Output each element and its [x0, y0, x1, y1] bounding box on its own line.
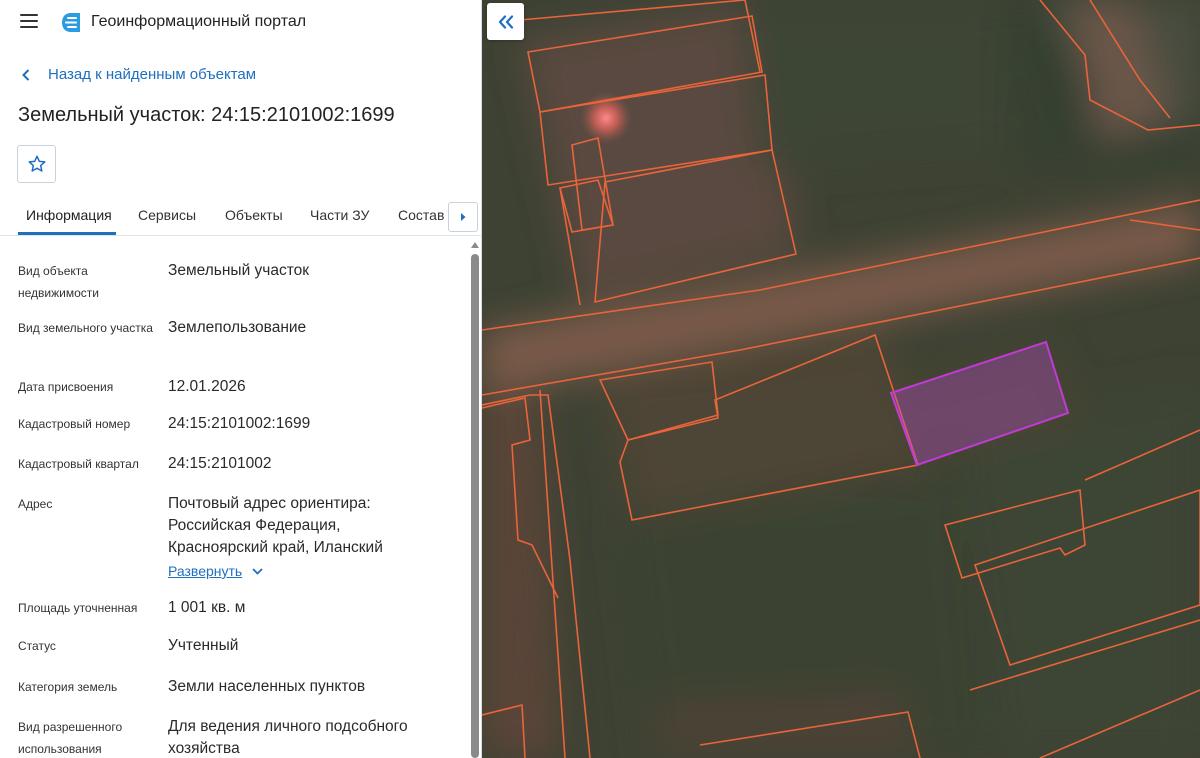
- info-value: Земельный участок: [168, 262, 310, 279]
- active-tab-indicator: [18, 232, 116, 235]
- double-chevron-left-icon: [498, 14, 513, 29]
- app-title: Геоинформационный портал: [91, 13, 307, 30]
- info-value: 24:15:2101002:1699: [168, 415, 311, 432]
- collapse-panel-button[interactable]: [487, 3, 524, 40]
- star-icon: [28, 155, 45, 172]
- info-list: Вид объекта недвижимости Земельный участ…: [0, 238, 468, 758]
- info-value: Для ведения личного подсобного хозяйства: [168, 718, 408, 757]
- back-to-results-link[interactable]: Назад к найденным объектам: [22, 66, 256, 83]
- header: Геоинформационный портал: [0, 0, 481, 46]
- triangle-right-icon: [461, 213, 466, 221]
- info-label: Адрес: [18, 497, 53, 511]
- info-value: Землепользование: [168, 319, 307, 336]
- info-label: Вид разрешенного использования: [18, 720, 123, 756]
- info-value: 12.01.2026: [168, 378, 246, 395]
- tab-parts[interactable]: Части ЗУ: [310, 207, 369, 223]
- back-link-label: Назад к найденным объектам: [48, 66, 257, 83]
- info-label: Кадастровый номер: [18, 417, 131, 431]
- favorite-button[interactable]: [17, 145, 56, 183]
- info-value: Почтовый адрес ориентира: Российская Фед…: [168, 495, 383, 556]
- chevron-down-icon: [252, 567, 263, 575]
- info-value: Учтенный: [168, 637, 239, 654]
- info-label: Вид земельного участка: [18, 321, 153, 335]
- tabs-next-button[interactable]: [448, 202, 478, 232]
- page-title: Земельный участок: 24:15:2101002:1699: [18, 104, 395, 126]
- info-label: Кадастровый квартал: [18, 457, 139, 471]
- tab-info[interactable]: Информация: [26, 207, 112, 223]
- side-panel: Геоинформационный портал Назад к найденн…: [0, 0, 482, 758]
- info-label: Дата присвоения: [18, 380, 114, 394]
- info-label: Площадь уточненная: [18, 601, 138, 615]
- expand-address-link[interactable]: Развернуть: [168, 563, 263, 579]
- scrollbar-thumb[interactable]: [471, 254, 479, 758]
- info-label: Категория земель: [18, 680, 118, 694]
- map-view[interactable]: [482, 0, 1200, 758]
- info-value: 24:15:2101002: [168, 455, 272, 472]
- tab-services[interactable]: Сервисы: [138, 207, 196, 223]
- tab-composition[interactable]: Состав: [398, 207, 444, 223]
- hamburger-icon[interactable]: [20, 14, 38, 28]
- portal-logo-icon: [62, 13, 80, 32]
- info-label: Статус: [18, 639, 56, 653]
- scroll-up-arrow-icon[interactable]: [471, 242, 479, 248]
- tab-bar: Информация Сервисы Объекты Части ЗУ Сост…: [0, 196, 481, 236]
- info-value: 1 001 кв. м: [168, 599, 246, 616]
- info-value: Земли населенных пунктов: [168, 678, 366, 695]
- satellite-map[interactable]: [482, 0, 1200, 758]
- tab-objects[interactable]: Объекты: [225, 207, 283, 223]
- chevron-left-icon: [22, 68, 30, 81]
- expand-label: Развернуть: [168, 563, 243, 579]
- info-label: Вид объекта недвижимости: [18, 264, 99, 300]
